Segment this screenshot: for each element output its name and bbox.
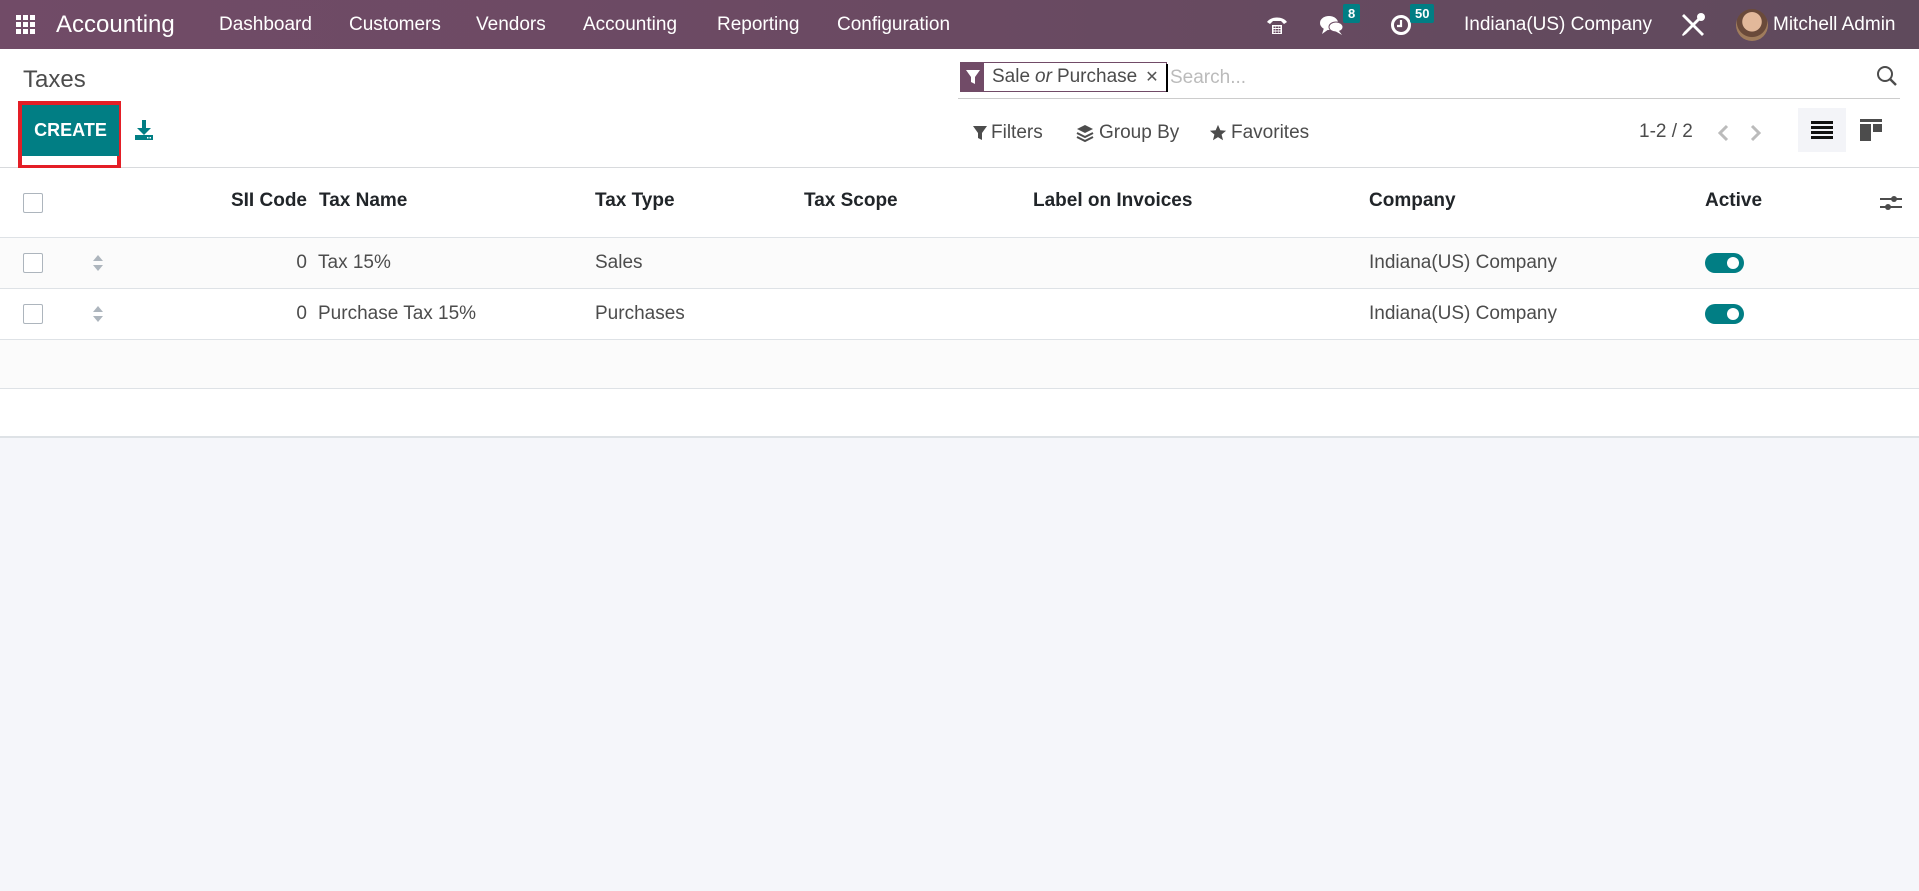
apps-grid-icon[interactable]: [16, 0, 38, 49]
messages-count-badge: 8: [1343, 4, 1361, 23]
filter-icon: [973, 126, 987, 140]
facet-value-purchase: Purchase: [1056, 66, 1138, 87]
download-icon[interactable]: [133, 119, 155, 141]
cell-company: Indiana(US) Company: [1369, 252, 1557, 273]
facet-separator: or: [1035, 66, 1052, 87]
favorites-label: Favorites: [1231, 122, 1310, 143]
empty-row: [0, 340, 1919, 389]
column-active[interactable]: Active: [1705, 190, 1762, 212]
company-switcher[interactable]: Indiana(US) Company: [1464, 0, 1652, 49]
table-row[interactable]: 0 Tax 15% Sales Indiana(US) Company: [0, 238, 1919, 289]
table-header: SII Code Tax Name Tax Type Tax Scope Lab…: [0, 168, 1919, 238]
drag-handle-icon[interactable]: [92, 254, 104, 272]
row-checkbox[interactable]: [23, 304, 43, 324]
menu-configuration[interactable]: Configuration: [837, 0, 950, 49]
search-icon[interactable]: [1876, 65, 1898, 87]
menu-reporting[interactable]: Reporting: [717, 0, 799, 49]
pager-value[interactable]: 1-2 / 2: [1639, 121, 1693, 143]
column-tax-scope[interactable]: Tax Scope: [804, 190, 898, 212]
create-button[interactable]: CREATE: [22, 105, 119, 156]
column-company[interactable]: Company: [1369, 190, 1456, 212]
menu-accounting[interactable]: Accounting: [583, 0, 677, 49]
chat-icon[interactable]: [1319, 0, 1345, 49]
filters-button[interactable]: Filters: [973, 121, 1043, 145]
cell-tax-name: Tax 15%: [318, 252, 391, 273]
column-sii-code[interactable]: SII Code: [231, 190, 307, 212]
table-row[interactable]: 0 Purchase Tax 15% Purchases Indiana(US)…: [0, 289, 1919, 340]
select-all-checkbox[interactable]: [23, 193, 43, 213]
user-name: Mitchell Admin: [1773, 13, 1896, 35]
avatar: [1736, 8, 1768, 41]
control-panel: Taxes CREATE Sale or Purchase ✕ Filters …: [0, 49, 1919, 169]
optional-columns-icon[interactable]: [1880, 192, 1902, 214]
favorites-button[interactable]: Favorites: [1209, 121, 1309, 145]
filters-label: Filters: [991, 122, 1043, 143]
column-tax-name[interactable]: Tax Name: [319, 190, 407, 212]
app-name[interactable]: Accounting: [56, 0, 175, 49]
empty-row: [0, 389, 1919, 438]
facet-values: Sale or Purchase: [984, 63, 1145, 91]
top-navbar: Accounting Dashboard Customers Vendors A…: [0, 0, 1919, 49]
active-toggle[interactable]: [1705, 304, 1744, 324]
cell-tax-type: Sales: [595, 252, 643, 273]
search-facet[interactable]: Sale or Purchase ✕: [960, 62, 1167, 92]
group-by-label: Group By: [1099, 122, 1180, 143]
active-toggle[interactable]: [1705, 253, 1744, 273]
phone-icon[interactable]: [1265, 0, 1289, 49]
column-label-on-invoices[interactable]: Label on Invoices: [1033, 190, 1192, 212]
cell-company: Indiana(US) Company: [1369, 303, 1557, 324]
group-by-button[interactable]: Group By: [1075, 121, 1179, 145]
cell-tax-name: Purchase Tax 15%: [318, 303, 477, 324]
cell-sii-code: 0: [296, 303, 307, 324]
activities-count-badge: 50: [1410, 4, 1435, 23]
facet-value-sale: Sale: [992, 66, 1031, 87]
list-view-icon: [1811, 121, 1833, 139]
kanban-view-icon: [1860, 119, 1882, 141]
cell-sii-code: 0: [296, 252, 307, 273]
pager-previous-icon[interactable]: [1713, 119, 1733, 147]
pager-next-icon[interactable]: [1746, 119, 1766, 147]
cell-tax-type: Purchases: [595, 303, 685, 324]
user-menu[interactable]: Mitchell Admin: [1736, 0, 1896, 49]
list-view-button[interactable]: [1798, 108, 1846, 152]
tools-icon[interactable]: [1680, 0, 1706, 49]
star-icon: [1209, 124, 1227, 141]
kanban-view-button[interactable]: [1847, 108, 1895, 152]
page-title: Taxes: [23, 66, 86, 93]
search-input[interactable]: [1166, 64, 1816, 92]
menu-vendors[interactable]: Vendors: [476, 0, 546, 49]
menu-dashboard[interactable]: Dashboard: [219, 0, 312, 49]
facet-remove-icon[interactable]: ✕: [1145, 63, 1165, 91]
menu-customers[interactable]: Customers: [349, 0, 441, 49]
drag-handle-icon[interactable]: [92, 305, 104, 323]
taxes-list: SII Code Tax Name Tax Type Tax Scope Lab…: [0, 168, 1919, 438]
row-checkbox[interactable]: [23, 253, 43, 273]
clock-icon[interactable]: [1390, 0, 1412, 49]
search-bar: Sale or Purchase ✕: [958, 61, 1900, 99]
filter-icon: [961, 63, 984, 91]
column-tax-type[interactable]: Tax Type: [595, 190, 675, 212]
layers-icon: [1076, 125, 1094, 143]
